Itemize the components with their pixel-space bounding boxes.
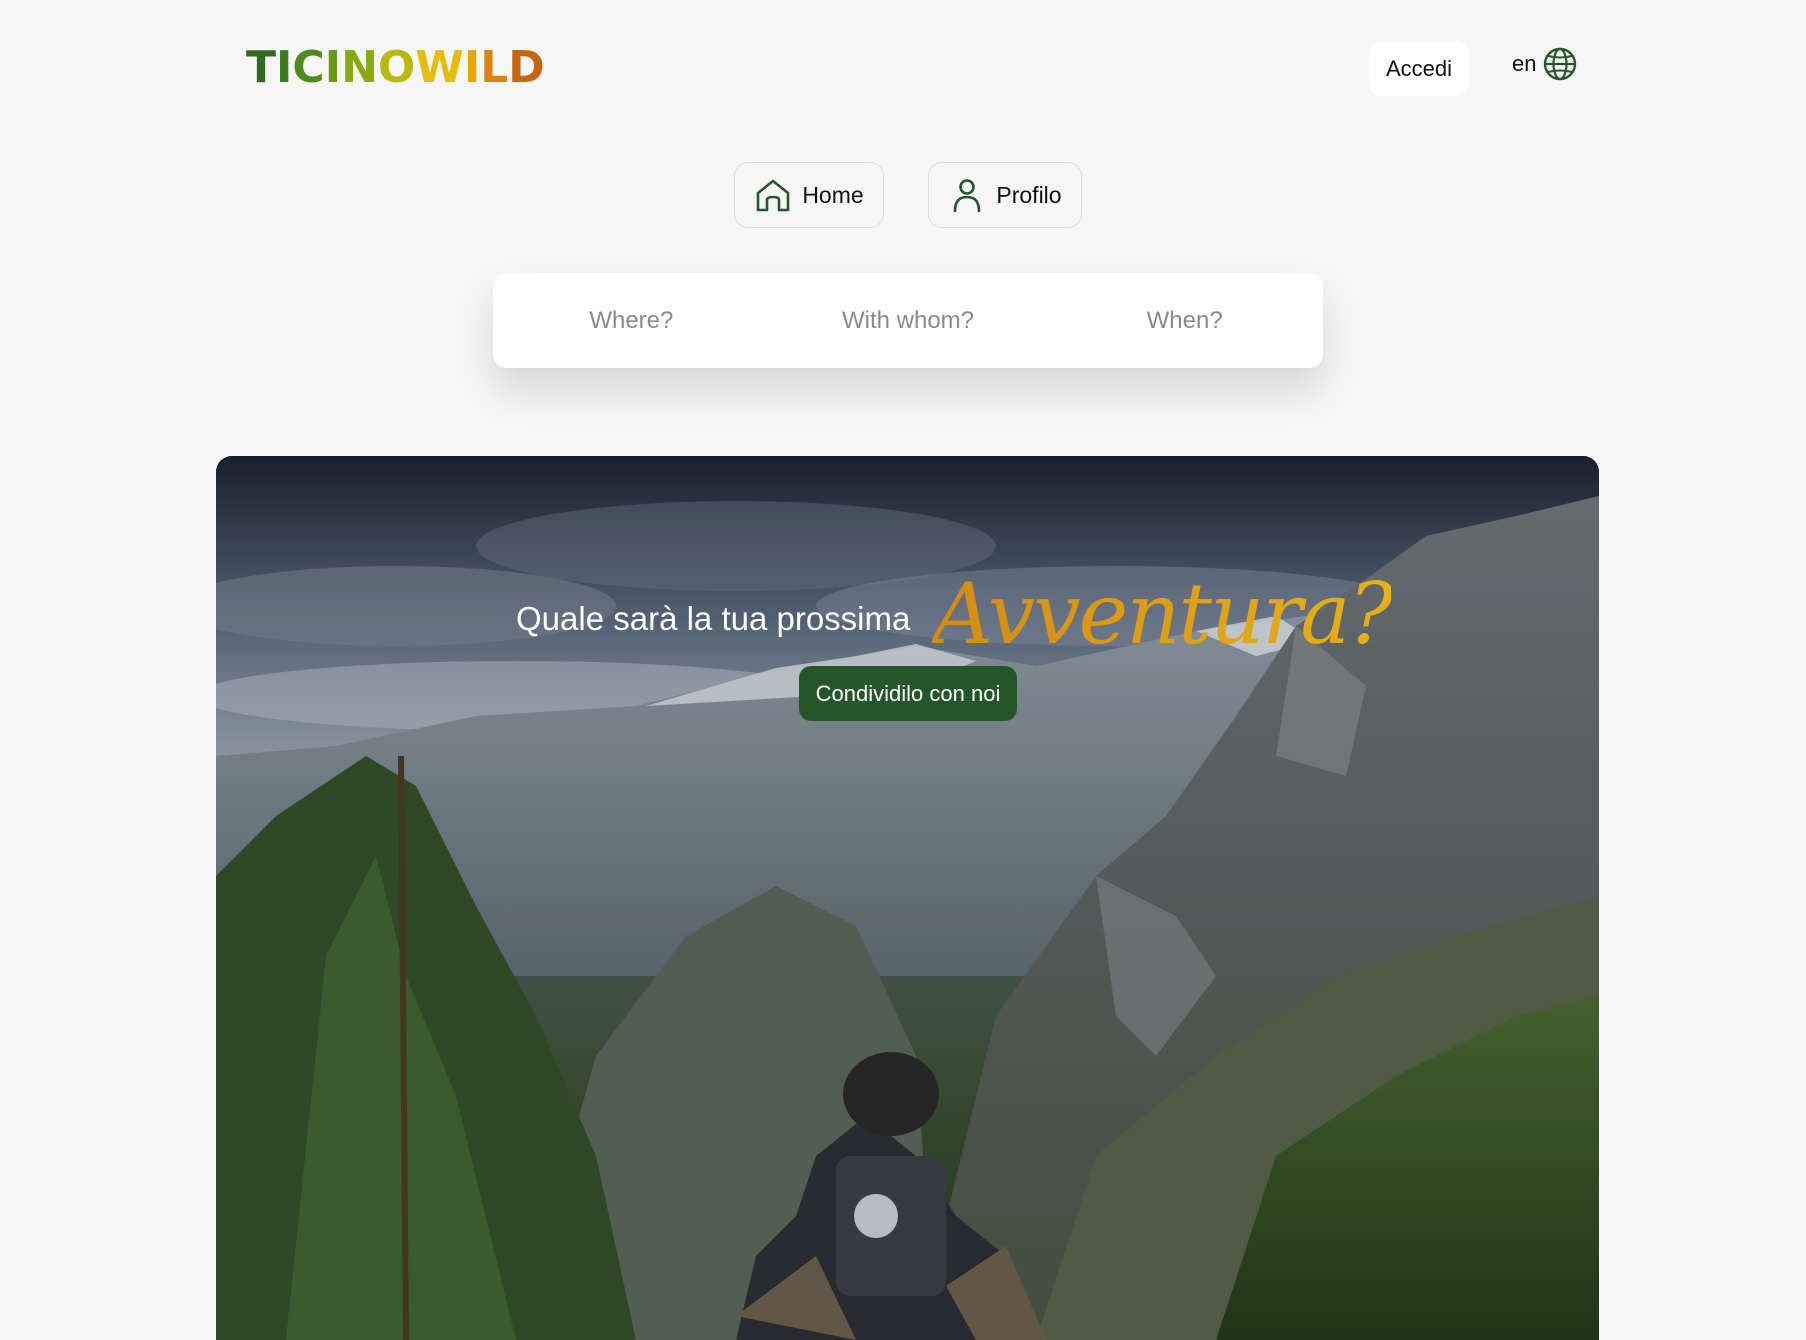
nav-profile-label: Profilo [996,181,1062,208]
hero-question: Quale sarà la tua prossima [516,600,911,637]
hero-heading: Quale sarà la tua prossima Avventura? [516,564,1393,664]
logo-letter: I [276,42,293,93]
hero-banner: Quale sarà la tua prossima Avventura? Co… [216,456,1599,1340]
where-field[interactable]: Where? [493,307,770,335]
when-field[interactable]: When? [1046,307,1323,335]
globe-icon [1544,47,1577,81]
logo[interactable]: TICINOWILD [246,44,545,92]
logo-letter: N [341,42,378,93]
hero-highlight: Avventura? [932,565,1393,663]
logo-letter: W [415,42,464,93]
nav-home-label: Home [802,181,864,208]
search-bar: Where? With whom? When? [493,273,1323,368]
language-label: en [1512,51,1537,76]
login-button[interactable]: Accedi [1369,41,1469,96]
logo-letter: C [292,42,325,93]
logo-letter: I [463,42,481,93]
logo-letter: I [324,42,342,93]
logo-letter: D [508,42,545,93]
user-icon [954,179,981,213]
nav-home-button[interactable]: Home [734,162,884,228]
logo-letter: T [246,42,277,93]
with-whom-field[interactable]: With whom? [770,307,1047,335]
share-button[interactable]: Condividilo con noi [799,666,1017,721]
logo-letter: O [377,42,416,93]
language-selector[interactable]: en [1512,44,1578,84]
home-icon [757,179,790,212]
nav-profile-button[interactable]: Profilo [928,162,1082,228]
logo-letter: L [480,42,509,93]
